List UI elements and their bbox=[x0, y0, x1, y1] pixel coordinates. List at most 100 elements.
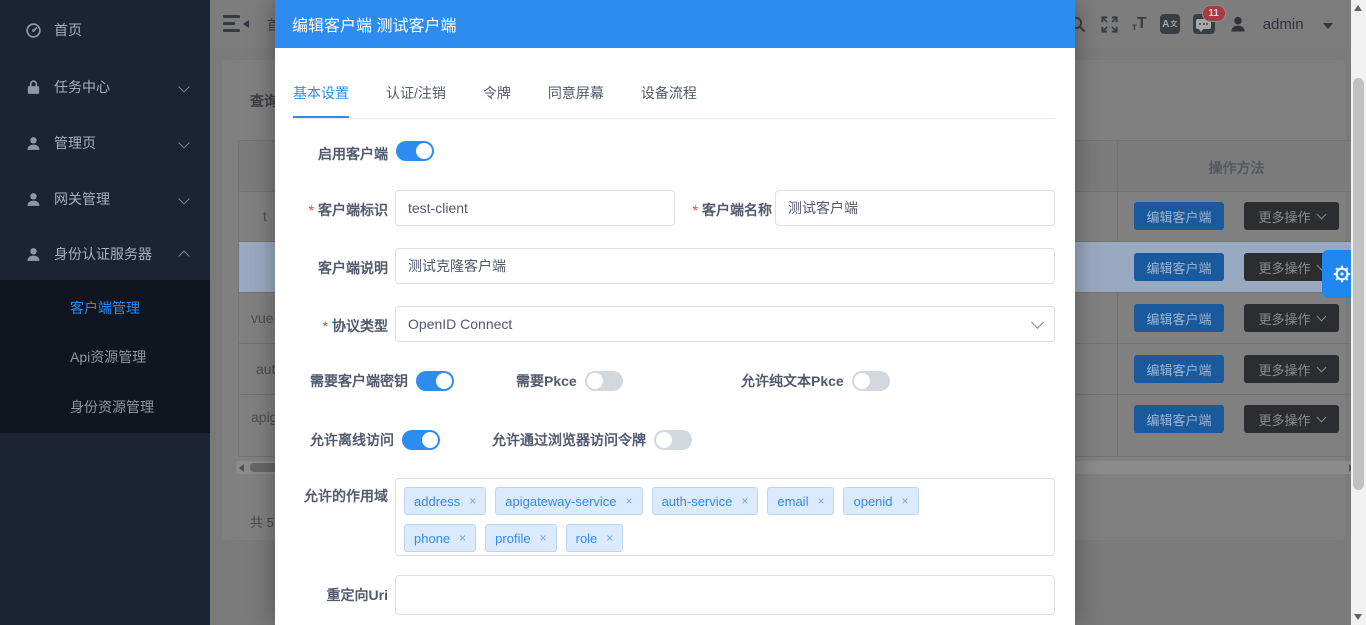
close-icon[interactable]: × bbox=[817, 494, 824, 508]
scope-tag: profile× bbox=[485, 524, 556, 552]
client-id-input[interactable] bbox=[395, 190, 675, 226]
sidebar-item-client-management[interactable]: 客户端管理 bbox=[70, 298, 140, 318]
vertical-scrollbar[interactable] bbox=[1351, 0, 1366, 625]
more-actions-button[interactable]: 更多操作 bbox=[1244, 202, 1339, 230]
edit-client-button[interactable]: 编辑客户端 bbox=[1134, 304, 1224, 332]
close-icon[interactable]: × bbox=[626, 494, 633, 508]
client-name-label: 客户端名称 bbox=[655, 200, 772, 220]
browser-token-switch[interactable] bbox=[654, 430, 692, 450]
tab-device-flow[interactable]: 设备流程 bbox=[641, 83, 697, 118]
scrollbar-thumb[interactable] bbox=[1353, 78, 1364, 490]
more-actions-button[interactable]: 更多操作 bbox=[1244, 405, 1339, 433]
require-pkce-switch[interactable] bbox=[585, 371, 623, 391]
scope-tag: phone× bbox=[404, 524, 476, 552]
chevron-down-icon bbox=[1316, 413, 1326, 423]
sidebar-item-identity-server[interactable]: 身份认证服务器 bbox=[0, 239, 210, 269]
edit-client-button[interactable]: 编辑客户端 bbox=[1134, 405, 1224, 433]
sidebar-item-gateway[interactable]: 网关管理 bbox=[0, 184, 210, 214]
require-secret-switch[interactable] bbox=[416, 371, 454, 391]
client-desc-label: 客户端说明 bbox=[275, 258, 388, 278]
tab-consent-screen[interactable]: 同意屏幕 bbox=[548, 83, 604, 118]
sidebar: 首页 任务中心 管理页 网关管理 身份认证服务器 客户端管理 Api资源管理 身… bbox=[0, 0, 210, 625]
plain-pkce-group: 允许纯文本Pkce bbox=[741, 371, 890, 391]
chevron-down-icon bbox=[178, 193, 189, 204]
scope-tag: openid× bbox=[843, 487, 918, 515]
notification-badge: 11 bbox=[1202, 5, 1226, 22]
user-menu-caret-icon[interactable] bbox=[1323, 23, 1333, 29]
require-pkce-label: 需要Pkce bbox=[516, 371, 577, 391]
sidebar-item-label: 管理页 bbox=[54, 133, 96, 153]
user-avatar[interactable] bbox=[1228, 14, 1248, 34]
dashboard-icon bbox=[25, 22, 42, 39]
sidebar-item-label: 网关管理 bbox=[54, 189, 110, 209]
edit-client-modal: 编辑客户端 测试客户端 基本设置 认证/注销 令牌 同意屏幕 设备流程 启用客户… bbox=[275, 0, 1075, 625]
sidebar-item-label: 身份认证服务器 bbox=[54, 244, 152, 264]
redirect-uri-label: 重定向Uri bbox=[275, 585, 388, 605]
more-actions-button[interactable]: 更多操作 bbox=[1244, 304, 1339, 332]
close-icon[interactable]: × bbox=[459, 531, 466, 545]
tab-auth-logout[interactable]: 认证/注销 bbox=[386, 83, 446, 118]
protocol-select[interactable]: OpenID Connect bbox=[395, 306, 1055, 342]
chevron-down-icon bbox=[1316, 210, 1326, 220]
sidebar-item-api-resources[interactable]: Api资源管理 bbox=[70, 347, 146, 367]
sidebar-item-label: 首页 bbox=[54, 20, 82, 40]
scopes-field[interactable]: address× apigateway-service× auth-servic… bbox=[395, 478, 1055, 556]
tab-token[interactable]: 令牌 bbox=[483, 83, 511, 118]
browser-token-label: 允许通过浏览器访问令牌 bbox=[492, 430, 646, 450]
sidebar-item-label: 任务中心 bbox=[54, 77, 110, 97]
sidebar-submenu: 客户端管理 Api资源管理 身份资源管理 bbox=[0, 280, 210, 433]
client-desc-input[interactable] bbox=[395, 248, 1055, 284]
edit-client-button[interactable]: 编辑客户端 bbox=[1134, 202, 1224, 230]
offline-access-switch[interactable] bbox=[402, 430, 440, 450]
browser-token-group: 允许通过浏览器访问令牌 bbox=[492, 430, 692, 450]
close-icon[interactable]: × bbox=[469, 494, 476, 508]
close-icon[interactable]: × bbox=[606, 531, 613, 545]
collapse-menu-icon[interactable] bbox=[223, 15, 249, 33]
translate-icon[interactable]: A文 bbox=[1160, 14, 1180, 34]
close-icon[interactable]: × bbox=[902, 494, 909, 508]
sidebar-item-tasks[interactable]: 任务中心 bbox=[0, 72, 210, 102]
user-icon bbox=[25, 246, 42, 263]
scroll-down-icon[interactable] bbox=[1354, 614, 1362, 620]
edit-client-button[interactable]: 编辑客户端 bbox=[1134, 355, 1224, 383]
scope-tag: address× bbox=[404, 487, 486, 515]
plain-pkce-label: 允许纯文本Pkce bbox=[741, 371, 844, 391]
enable-client-switch[interactable] bbox=[396, 141, 434, 161]
require-secret-group: 需要客户端密钥 bbox=[310, 371, 454, 391]
scopes-label: 允许的作用域 bbox=[275, 486, 388, 506]
font-size-icon[interactable]: тT bbox=[1132, 15, 1147, 33]
close-icon[interactable]: × bbox=[741, 494, 748, 508]
chevron-down-icon bbox=[178, 81, 189, 92]
chevron-up-icon bbox=[178, 250, 189, 261]
redirect-uri-input[interactable] bbox=[395, 575, 1055, 615]
offline-access-group: 允许离线访问 bbox=[310, 430, 440, 450]
fullscreen-icon[interactable] bbox=[1100, 15, 1119, 34]
close-icon[interactable]: × bbox=[540, 531, 547, 545]
scroll-up-icon[interactable] bbox=[1354, 5, 1362, 11]
sidebar-item-home[interactable]: 首页 bbox=[0, 15, 210, 45]
sidebar-item-admin-pages[interactable]: 管理页 bbox=[0, 128, 210, 158]
header-actions: тT A文 11 admin bbox=[1068, 0, 1333, 48]
edit-client-button[interactable]: 编辑客户端 bbox=[1134, 253, 1224, 281]
scope-tag: role× bbox=[566, 524, 624, 552]
client-id-label: 客户端标识 bbox=[275, 200, 388, 220]
column-header-operations: 操作方法 bbox=[1117, 158, 1356, 178]
plain-pkce-switch[interactable] bbox=[852, 371, 890, 391]
lock-icon bbox=[25, 79, 42, 96]
user-icon bbox=[25, 191, 42, 208]
scroll-left-icon[interactable] bbox=[239, 464, 244, 472]
scope-tag: email× bbox=[767, 487, 834, 515]
username[interactable]: admin bbox=[1263, 16, 1304, 33]
sidebar-item-identity-resources[interactable]: 身份资源管理 bbox=[70, 397, 154, 417]
tab-basic-settings[interactable]: 基本设置 bbox=[293, 83, 349, 118]
require-secret-label: 需要客户端密钥 bbox=[310, 371, 408, 391]
protocol-label: 协议类型 bbox=[275, 316, 388, 336]
more-actions-button[interactable]: 更多操作 bbox=[1244, 355, 1339, 383]
enable-client-label: 启用客户端 bbox=[275, 144, 388, 164]
client-name-input[interactable] bbox=[775, 190, 1055, 226]
chevron-down-icon bbox=[1316, 312, 1326, 322]
total-count: 共 5 bbox=[250, 512, 274, 531]
messages-icon[interactable]: 11 bbox=[1193, 14, 1215, 34]
offline-access-label: 允许离线访问 bbox=[310, 430, 394, 450]
modal-tabs: 基本设置 认证/注销 令牌 同意屏幕 设备流程 bbox=[293, 83, 1055, 119]
